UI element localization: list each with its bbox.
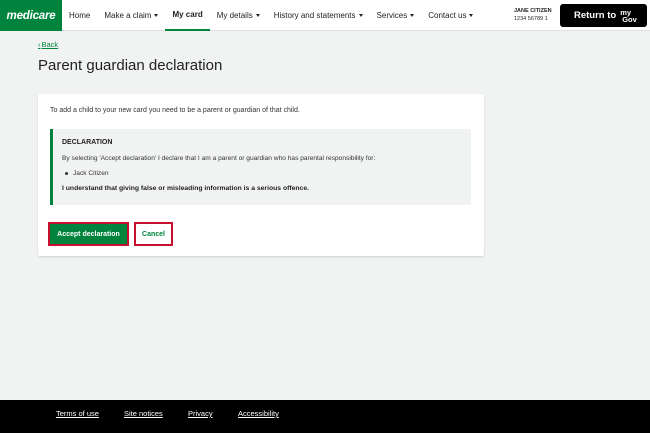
main-nav: Home Make a claim My card My details His… xyxy=(62,0,480,31)
list-item: Jack Citizen xyxy=(62,170,471,177)
back-link-label: Back xyxy=(41,40,59,49)
page-title: Parent guardian declaration xyxy=(38,57,223,74)
declaration-box: DECLARATION By selecting 'Accept declara… xyxy=(50,129,471,205)
user-name: JANE CITIZEN xyxy=(514,8,552,14)
mygov-button-label: Return to xyxy=(574,10,617,21)
child-name: Jack Citizen xyxy=(73,170,109,177)
nav-label: Make a claim xyxy=(104,11,152,20)
caret-down-icon xyxy=(410,14,415,17)
return-to-mygov-button[interactable]: Return to my Gov xyxy=(560,4,647,27)
mygov-logo: my Gov xyxy=(620,8,637,24)
nav-label: My card xyxy=(172,10,203,19)
bullet-icon xyxy=(65,172,68,175)
declaration-card: To add a child to your new card you need… xyxy=(38,94,484,256)
chevron-left-icon: ‹ xyxy=(38,40,41,49)
intro-text: To add a child to your new card you need… xyxy=(50,107,300,114)
nav-item-history-and-statements[interactable]: History and statements xyxy=(267,0,370,31)
nav-label: My details xyxy=(216,11,253,20)
nav-item-services[interactable]: Services xyxy=(370,0,422,31)
nav-label: Home xyxy=(69,11,91,20)
footer: Terms of use Site notices Privacy Access… xyxy=(0,400,650,433)
logo-text: medicare xyxy=(6,9,56,22)
declaration-warning: I understand that giving false or mislea… xyxy=(62,185,309,192)
nav-item-my-card[interactable]: My card xyxy=(165,0,210,31)
cancel-button[interactable]: Cancel xyxy=(134,222,173,246)
nav-item-home[interactable]: Home xyxy=(62,0,97,31)
nav-label: History and statements xyxy=(273,11,356,20)
declaration-text: By selecting 'Accept declaration' I decl… xyxy=(62,155,376,162)
caret-down-icon xyxy=(358,14,363,17)
nav-label: Services xyxy=(376,11,408,20)
footer-link-privacy[interactable]: Privacy xyxy=(188,409,213,418)
caret-down-icon xyxy=(154,14,159,17)
card-number: 1234 56789 1 xyxy=(514,16,548,22)
back-link[interactable]: ‹Back xyxy=(38,40,58,49)
accept-declaration-button[interactable]: Accept declaration xyxy=(48,222,129,246)
mygov-logo-bottom: Gov xyxy=(622,14,637,24)
user-info: JANE CITIZEN 1234 56789 1 xyxy=(514,7,552,23)
nav-item-contact-us[interactable]: Contact us xyxy=(421,0,480,31)
nav-label: Contact us xyxy=(428,11,467,20)
declaration-heading: DECLARATION xyxy=(62,139,113,146)
medicare-logo[interactable]: medicare xyxy=(0,0,62,31)
nav-item-my-details[interactable]: My details xyxy=(210,0,267,31)
footer-link-terms[interactable]: Terms of use xyxy=(56,409,99,418)
caret-down-icon xyxy=(255,14,260,17)
footer-link-accessibility[interactable]: Accessibility xyxy=(238,409,279,418)
caret-down-icon xyxy=(469,14,474,17)
nav-item-make-a-claim[interactable]: Make a claim xyxy=(97,0,165,31)
top-navigation-bar: medicare Home Make a claim My card My de… xyxy=(0,0,650,31)
footer-link-site-notices[interactable]: Site notices xyxy=(124,409,163,418)
